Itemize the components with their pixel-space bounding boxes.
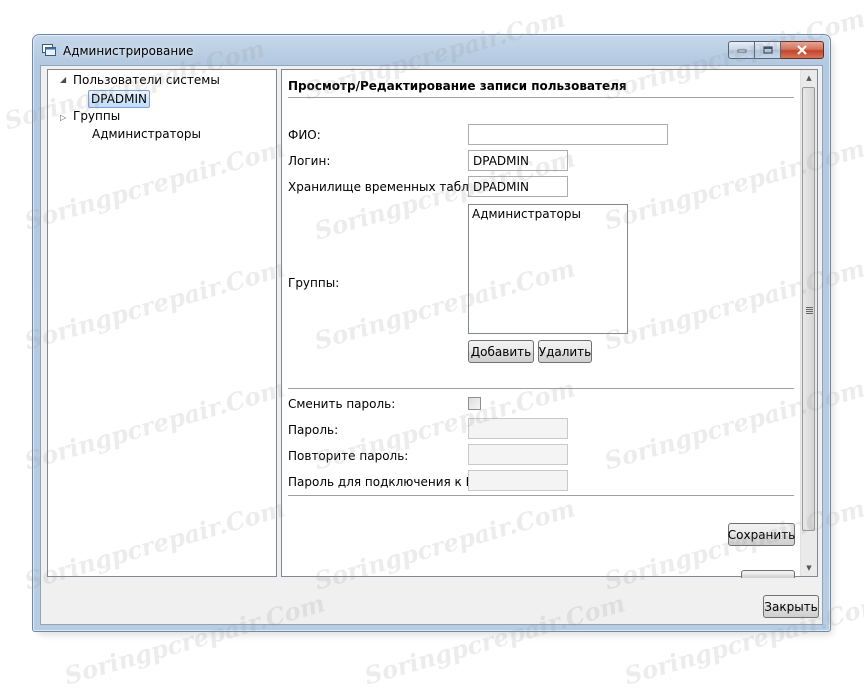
admin-window: Администрирование ◢ Пользователи системы… (32, 34, 831, 632)
repeat-password-field[interactable] (468, 444, 568, 465)
scroll-up-arrow-icon[interactable]: ▲ (801, 70, 817, 86)
login-field[interactable] (468, 150, 568, 171)
expand-arrow-icon[interactable]: ▷ (60, 113, 66, 122)
fio-field[interactable] (468, 124, 668, 145)
vertical-scrollbar[interactable]: ▲ ▼ (800, 70, 817, 576)
repeat-password-label: Повторите пароль: (288, 449, 409, 463)
close-dialog-button[interactable]: Закрыть (763, 595, 819, 618)
add-group-button[interactable]: Добавить (468, 340, 534, 363)
tree-node-administrators[interactable]: Администраторы (92, 127, 201, 141)
temp-storage-label: Хранилище временных таблиц: (288, 180, 489, 194)
window-app-icon (42, 44, 56, 56)
collapse-arrow-icon[interactable]: ◢ (60, 75, 66, 84)
groups-divider (288, 388, 794, 389)
window-client-area: ◢ Пользователи системы DPADMIN ▷ Группы … (40, 65, 823, 625)
fio-label: ФИО: (288, 128, 321, 142)
scroll-down-arrow-icon[interactable]: ▼ (801, 560, 817, 576)
maximize-button[interactable] (755, 41, 781, 59)
close-icon (797, 45, 807, 55)
db-password-label: Пароль для подключения к БД: (288, 475, 488, 489)
title-divider (288, 97, 794, 98)
temp-storage-field[interactable] (468, 176, 568, 197)
groups-list-item[interactable]: Администраторы (472, 207, 624, 221)
groups-listbox[interactable]: Администраторы (468, 204, 628, 334)
tree-node-groups[interactable]: Группы (73, 109, 120, 123)
window-title: Администрирование (63, 44, 194, 58)
close-button[interactable] (781, 41, 824, 59)
minimize-button[interactable] (728, 41, 755, 59)
login-label: Логин: (288, 154, 331, 168)
user-edit-panel: Просмотр/Редактирование записи пользоват… (281, 69, 818, 578)
db-password-field[interactable] (468, 470, 568, 491)
title-bar[interactable]: Администрирование (33, 35, 830, 65)
scrollbar-thumb[interactable] (802, 87, 815, 531)
password-label: Пароль: (288, 423, 339, 437)
change-password-checkbox[interactable] (468, 397, 481, 410)
panel-title: Просмотр/Редактирование записи пользоват… (288, 79, 627, 93)
groups-label: Группы: (288, 276, 340, 290)
caption-buttons (728, 41, 824, 60)
tree-node-users[interactable]: Пользователи системы (73, 73, 220, 87)
change-password-label: Сменить пароль: (288, 397, 396, 411)
maximize-icon (762, 46, 773, 54)
partially-hidden-button[interactable] (741, 570, 795, 578)
password-field[interactable] (468, 418, 568, 439)
scrollbar-grip-icon (806, 306, 813, 315)
tree-node-dpadmin[interactable]: DPADMIN (88, 90, 151, 108)
save-button[interactable]: Сохранить (728, 523, 795, 546)
password-divider (288, 495, 794, 496)
navigation-tree[interactable]: ◢ Пользователи системы DPADMIN ▷ Группы … (47, 69, 277, 577)
minimize-icon (737, 49, 746, 53)
remove-group-button[interactable]: Удалить (538, 340, 592, 363)
